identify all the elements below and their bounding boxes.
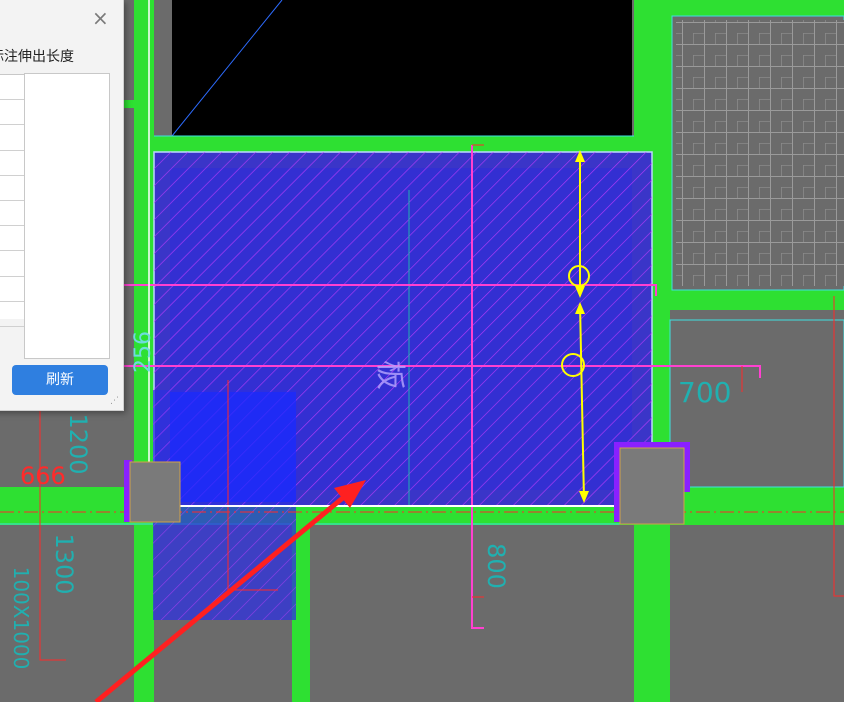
dim-text-800: 800 — [482, 543, 510, 589]
table-row[interactable] — [0, 201, 25, 227]
tile-grid-area — [676, 20, 844, 286]
refresh-button[interactable]: 刷新 — [12, 365, 108, 395]
table-row[interactable] — [0, 251, 25, 277]
table-row[interactable] — [0, 176, 25, 201]
dim-text-700: 700 — [678, 376, 731, 409]
dim-text-666: 666 — [20, 462, 66, 490]
dimension-dialog: × 标注伸出长度 刷新 ⋰ — [0, 0, 124, 411]
column-right[interactable] — [614, 442, 690, 525]
table-row[interactable] — [0, 75, 25, 101]
cad-drawing-canvas[interactable]: 256 1200 666 700 800 1300 100X1000 板 — [0, 0, 844, 702]
close-icon[interactable]: × — [92, 8, 109, 28]
table-row[interactable] — [0, 125, 25, 151]
dialog-title: 标注伸出长度 — [0, 49, 74, 65]
resize-grip-icon[interactable]: ⋰ — [110, 396, 120, 406]
table-row[interactable] — [0, 277, 25, 302]
dim-text-256: 256 — [131, 331, 156, 373]
table-row[interactable] — [0, 226, 25, 252]
dialog-list-area[interactable] — [24, 73, 110, 359]
table-row[interactable] — [0, 302, 25, 327]
opening-area — [172, 0, 632, 136]
column-left[interactable] — [124, 460, 181, 523]
slab-highlight — [170, 392, 296, 502]
dim-text-100x1000: 100X1000 — [9, 567, 33, 670]
dim-text-1200: 1200 — [64, 413, 92, 474]
dialog-table[interactable] — [0, 74, 25, 327]
table-row[interactable] — [0, 151, 25, 176]
dim-text-1300: 1300 — [50, 533, 78, 594]
slab-center-label: 板 — [372, 360, 407, 390]
table-row[interactable] — [0, 100, 25, 126]
